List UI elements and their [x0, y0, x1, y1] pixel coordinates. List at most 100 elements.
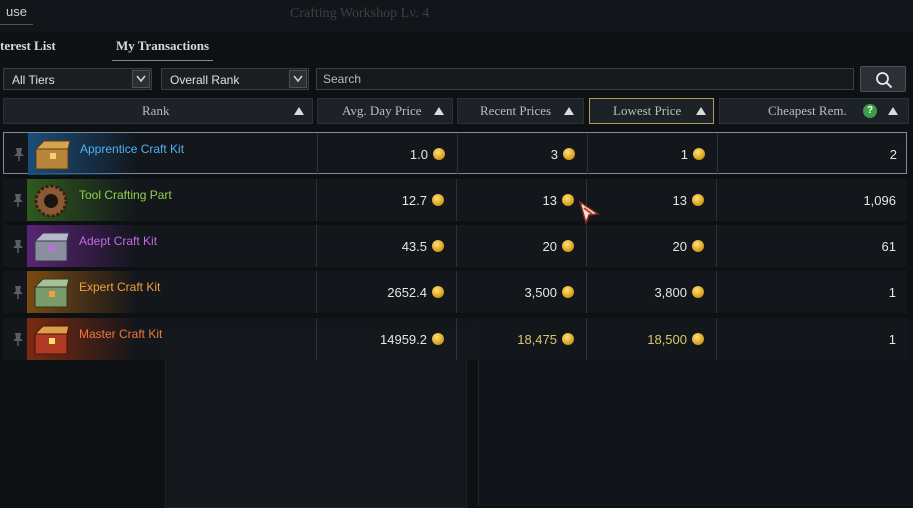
adept-kit-icon [33, 232, 70, 262]
cheapest-rem-cell: 1 [716, 271, 908, 313]
recent-price-cell: 3 [457, 133, 588, 175]
avg-price-cell: 12.7 [316, 179, 457, 221]
lowest-price-cell: 13 [586, 179, 717, 221]
gold-coin-icon [432, 194, 444, 206]
cheapest-rem-cell: 61 [716, 225, 908, 267]
gold-coin-icon [432, 240, 444, 252]
gold-coin-icon [562, 333, 574, 345]
column-header-rank[interactable]: Rank [3, 98, 313, 124]
recent-price-cell: 13 [456, 179, 587, 221]
table-row[interactable]: Tool Crafting Part 12.7 13 13 1,096 [3, 179, 907, 221]
auction-house-tab[interactable]: use [0, 0, 33, 25]
column-label: Cheapest Rem. [768, 103, 847, 118]
background-window-title: Crafting Workshop Lv. 4 [290, 6, 430, 21]
avg-price-value: 12.7 [401, 193, 427, 208]
avg-price-value: 14959.2 [380, 332, 427, 347]
column-label: Lowest Price [613, 103, 682, 118]
cheapest-rem-value: 2 [889, 147, 897, 162]
sort-asc-icon [696, 107, 706, 115]
gold-coin-icon [562, 286, 574, 298]
lowest-price-value: 3,800 [654, 285, 687, 300]
recent-price-value: 20 [542, 239, 557, 254]
cheapest-rem-cell: 2 [717, 133, 909, 175]
search-icon [876, 72, 893, 89]
column-header-recent-prices[interactable]: Recent Prices [457, 98, 584, 124]
column-header-cheapest-rem[interactable]: Cheapest Rem. ? [719, 98, 909, 124]
item-name: Expert Craft Kit [79, 280, 161, 294]
avg-price-cell: 14959.2 [316, 318, 457, 360]
item-name: Adept Craft Kit [79, 234, 158, 248]
recent-price-cell: 18,475 [456, 318, 587, 360]
tier-select-value: All Tiers [12, 73, 55, 87]
avg-price-cell: 43.5 [316, 225, 457, 267]
search-input[interactable]: Search [316, 68, 854, 90]
cheapest-rem-value: 1 [888, 285, 896, 300]
gold-coin-icon [692, 194, 704, 206]
tab-bar: terest List My Transactions [0, 34, 913, 61]
gold-coin-icon [563, 148, 575, 160]
cheapest-rem-value: 61 [881, 239, 896, 254]
chevron-down-icon[interactable] [289, 70, 307, 88]
recent-price-cell: 20 [456, 225, 587, 267]
gold-coin-icon [693, 148, 705, 160]
gear-part-icon [34, 184, 68, 218]
apprentice-kit-icon [34, 140, 71, 170]
column-header-avg-day-price[interactable]: Avg. Day Price [317, 98, 453, 124]
column-header-lowest-price[interactable]: Lowest Price [589, 98, 714, 124]
lowest-price-value: 13 [672, 193, 687, 208]
pin-icon[interactable] [12, 239, 24, 253]
lowest-price-cell: 1 [587, 133, 718, 175]
gold-coin-icon [432, 286, 444, 298]
lowest-price-value: 18,500 [647, 332, 687, 347]
chevron-down-icon[interactable] [132, 70, 150, 88]
master-kit-icon [33, 325, 70, 355]
sort-asc-icon [294, 107, 304, 115]
avg-price-value: 2652.4 [387, 285, 427, 300]
top-bar: use Crafting Workshop Lv. 4 [0, 0, 913, 32]
lowest-price-value: 1 [680, 147, 688, 162]
item-name: Tool Crafting Part [79, 188, 172, 202]
cursor-icon [578, 200, 601, 226]
sort-asc-icon [888, 107, 898, 115]
column-label: Recent Prices [480, 103, 552, 118]
tab-interest-list[interactable]: terest List [0, 34, 56, 60]
table-row[interactable]: Apprentice Craft Kit 1.0 3 1 2 [3, 132, 909, 175]
recent-price-value: 18,475 [517, 332, 557, 347]
avg-price-value: 43.5 [401, 239, 427, 254]
gold-coin-icon [692, 240, 704, 252]
cheapest-rem-cell: 1,096 [716, 179, 908, 221]
search-button[interactable] [860, 66, 906, 92]
item-name: Apprentice Craft Kit [80, 142, 185, 156]
rank-select[interactable]: Overall Rank [161, 68, 309, 90]
table-row[interactable]: Adept Craft Kit 43.5 20 20 61 [3, 225, 907, 267]
column-label: Rank [142, 103, 170, 118]
rank-select-value: Overall Rank [170, 73, 240, 87]
avg-price-cell: 1.0 [317, 133, 458, 175]
tab-my-transactions[interactable]: My Transactions [112, 34, 214, 61]
recent-price-cell: 3,500 [456, 271, 587, 313]
table-row[interactable]: Master Craft Kit 14959.2 18,475 18,500 1 [3, 318, 907, 360]
lowest-price-cell: 18,500 [586, 318, 717, 360]
lowest-price-cell: 20 [586, 225, 717, 267]
lowest-price-cell: 3,800 [586, 271, 717, 313]
help-icon[interactable]: ? [863, 104, 877, 118]
table-header: Rank Avg. Day Price Recent Prices Lowest… [0, 98, 913, 126]
column-label: Avg. Day Price [342, 103, 422, 118]
gold-coin-icon [692, 333, 704, 345]
cheapest-rem-value: 1 [888, 332, 896, 347]
pin-icon[interactable] [12, 193, 24, 207]
pin-icon[interactable] [12, 285, 24, 299]
pin-icon[interactable] [12, 332, 24, 346]
filter-bar: All Tiers Overall Rank Search [0, 66, 913, 92]
sort-asc-icon [434, 107, 444, 115]
gold-coin-icon [433, 148, 445, 160]
table-row[interactable]: Expert Craft Kit 2652.4 3,500 3,800 1 [3, 271, 907, 313]
tier-select[interactable]: All Tiers [3, 68, 152, 90]
pin-icon[interactable] [13, 147, 25, 161]
gold-coin-icon [692, 286, 704, 298]
lowest-price-value: 20 [672, 239, 687, 254]
cheapest-rem-value: 1,096 [863, 193, 896, 208]
recent-price-value: 3,500 [524, 285, 557, 300]
avg-price-value: 1.0 [409, 147, 428, 162]
cheapest-rem-cell: 1 [716, 318, 908, 360]
